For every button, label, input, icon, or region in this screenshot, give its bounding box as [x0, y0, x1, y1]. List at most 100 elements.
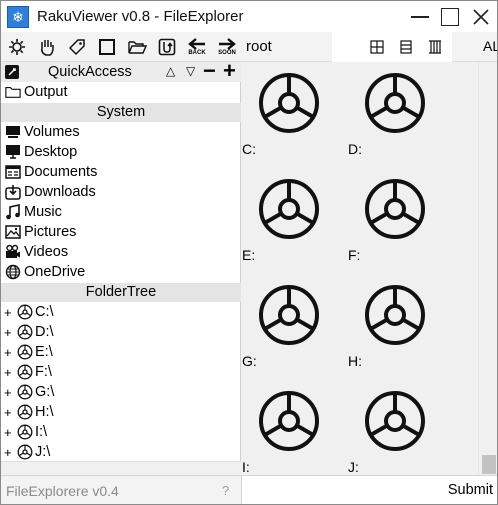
drive-label: J:	[348, 459, 359, 475]
open-folder-button[interactable]	[126, 35, 148, 59]
list-item-label: Volumes	[24, 124, 80, 140]
tag-button[interactable]	[66, 35, 88, 59]
quick-access-label: QuickAccess	[48, 64, 132, 80]
list-item-label: Downloads	[24, 184, 96, 200]
expand-toggle[interactable]: +	[4, 445, 14, 460]
system-item-videos[interactable]: Videos	[1, 242, 241, 262]
drive-tile-i[interactable]: I:	[242, 380, 342, 480]
system-item-downloads[interactable]: Downloads	[1, 182, 241, 202]
folder-open-icon	[128, 41, 147, 54]
system-item-onedrive[interactable]: OneDrive	[1, 262, 241, 282]
expand-toggle[interactable]: +	[4, 405, 14, 420]
drive-label: H:	[348, 353, 362, 369]
tree-item-label: E:\	[35, 344, 53, 360]
status-bar: FileExplorere v0.4 ? Submit	[1, 475, 497, 504]
disc-icon	[17, 404, 33, 420]
disc-icon	[259, 285, 319, 345]
list-item-label: OneDrive	[24, 264, 86, 280]
path-display[interactable]: root	[246, 38, 272, 55]
disc-icon	[17, 344, 33, 360]
music-icon	[5, 204, 21, 220]
tree-item-label: J:\	[35, 444, 51, 460]
computer-icon	[5, 124, 21, 140]
tree-item-f[interactable]: + F:\	[1, 362, 241, 382]
hand-button[interactable]	[36, 35, 58, 59]
tree-item-i[interactable]: + I:\	[1, 422, 241, 442]
folder-icon	[5, 84, 21, 100]
submit-button[interactable]: Submit	[448, 482, 493, 498]
download-icon	[5, 184, 21, 200]
horizontal-scrollbar[interactable]	[1, 461, 241, 475]
disc-icon	[365, 285, 425, 345]
drive-tile-f[interactable]: F:	[348, 168, 448, 268]
forward-label: SOON	[218, 50, 236, 56]
disc-icon	[259, 179, 319, 239]
close-button[interactable]	[465, 1, 497, 32]
back-label: BACK	[188, 50, 206, 56]
file-grid: C: D: E: F: G: H: I: J:	[242, 62, 497, 475]
system-item-documents[interactable]: Documents	[1, 162, 241, 182]
expand-toggle[interactable]: +	[4, 345, 14, 360]
system-item-music[interactable]: Music	[1, 202, 241, 222]
expand-toggle[interactable]: +	[4, 385, 14, 400]
drive-tile-c[interactable]: C:	[242, 62, 342, 162]
scrollbar-thumb[interactable]	[482, 455, 496, 474]
help-button[interactable]: ?	[222, 483, 229, 498]
disc-icon	[17, 304, 33, 320]
maximize-icon	[441, 7, 459, 26]
expand-toggle[interactable]: +	[4, 425, 14, 440]
back-button[interactable]: BACK	[185, 35, 209, 59]
quick-access-item-output[interactable]: Output	[1, 82, 241, 102]
move-down-button[interactable]: ▽	[186, 64, 195, 78]
tree-item-c[interactable]: + C:\	[1, 302, 241, 322]
tree-item-d[interactable]: + D:\	[1, 322, 241, 342]
move-up-button[interactable]: △	[166, 64, 175, 78]
list-item-label: Desktop	[24, 144, 78, 160]
select-button[interactable]	[96, 35, 118, 59]
video-icon	[5, 244, 21, 260]
picture-icon	[5, 224, 21, 240]
system-section-header: System	[1, 103, 241, 122]
disc-icon	[259, 391, 319, 451]
tree-item-g[interactable]: + G:\	[1, 382, 241, 402]
drive-tile-j[interactable]: J:	[348, 380, 448, 480]
tree-item-label: F:\	[35, 364, 52, 380]
window-controls	[405, 1, 497, 32]
tree-item-e[interactable]: + E:\	[1, 342, 241, 362]
disc-icon	[17, 444, 33, 460]
expand-toggle[interactable]: +	[4, 305, 14, 320]
grid-view-button[interactable]	[366, 35, 388, 59]
system-item-volumes[interactable]: Volumes	[1, 122, 241, 142]
drive-tile-h[interactable]: H:	[348, 274, 448, 374]
minimize-button[interactable]	[405, 1, 435, 32]
drive-tile-e[interactable]: E:	[242, 168, 342, 268]
refresh-button[interactable]	[156, 35, 178, 59]
forward-button[interactable]: SOON	[215, 35, 239, 59]
drive-tile-d[interactable]: D:	[348, 62, 448, 162]
hand-icon	[41, 40, 54, 56]
tree-item-label: I:\	[35, 424, 48, 440]
columns-view-button[interactable]	[424, 35, 446, 59]
square-icon	[99, 39, 115, 55]
system-item-desktop[interactable]: Desktop	[1, 142, 241, 162]
system-item-pictures[interactable]: Pictures	[1, 222, 241, 242]
back-arrow-icon	[188, 38, 205, 50]
add-button[interactable]: +	[223, 58, 236, 84]
vertical-scrollbar[interactable]	[478, 62, 497, 475]
status-area: FileExplorere v0.4 ?	[1, 476, 242, 504]
expand-toggle[interactable]: +	[4, 365, 14, 380]
drive-tile-g[interactable]: G:	[242, 274, 342, 374]
list-view-button[interactable]	[395, 35, 417, 59]
globe-icon	[5, 264, 21, 280]
remove-button[interactable]: −	[203, 58, 216, 84]
list-item-label: Videos	[24, 244, 69, 260]
maximize-button[interactable]	[435, 1, 465, 32]
tree-item-h[interactable]: + H:\	[1, 402, 241, 422]
tree-item-j[interactable]: + J:\	[1, 442, 241, 462]
settings-button[interactable]	[6, 35, 28, 59]
forward-arrow-icon	[219, 38, 236, 50]
list-item-label: Documents	[24, 164, 98, 180]
expand-toggle[interactable]: +	[4, 325, 14, 340]
view-mode-group	[332, 32, 452, 62]
tree-item-label: G:\	[35, 384, 55, 400]
